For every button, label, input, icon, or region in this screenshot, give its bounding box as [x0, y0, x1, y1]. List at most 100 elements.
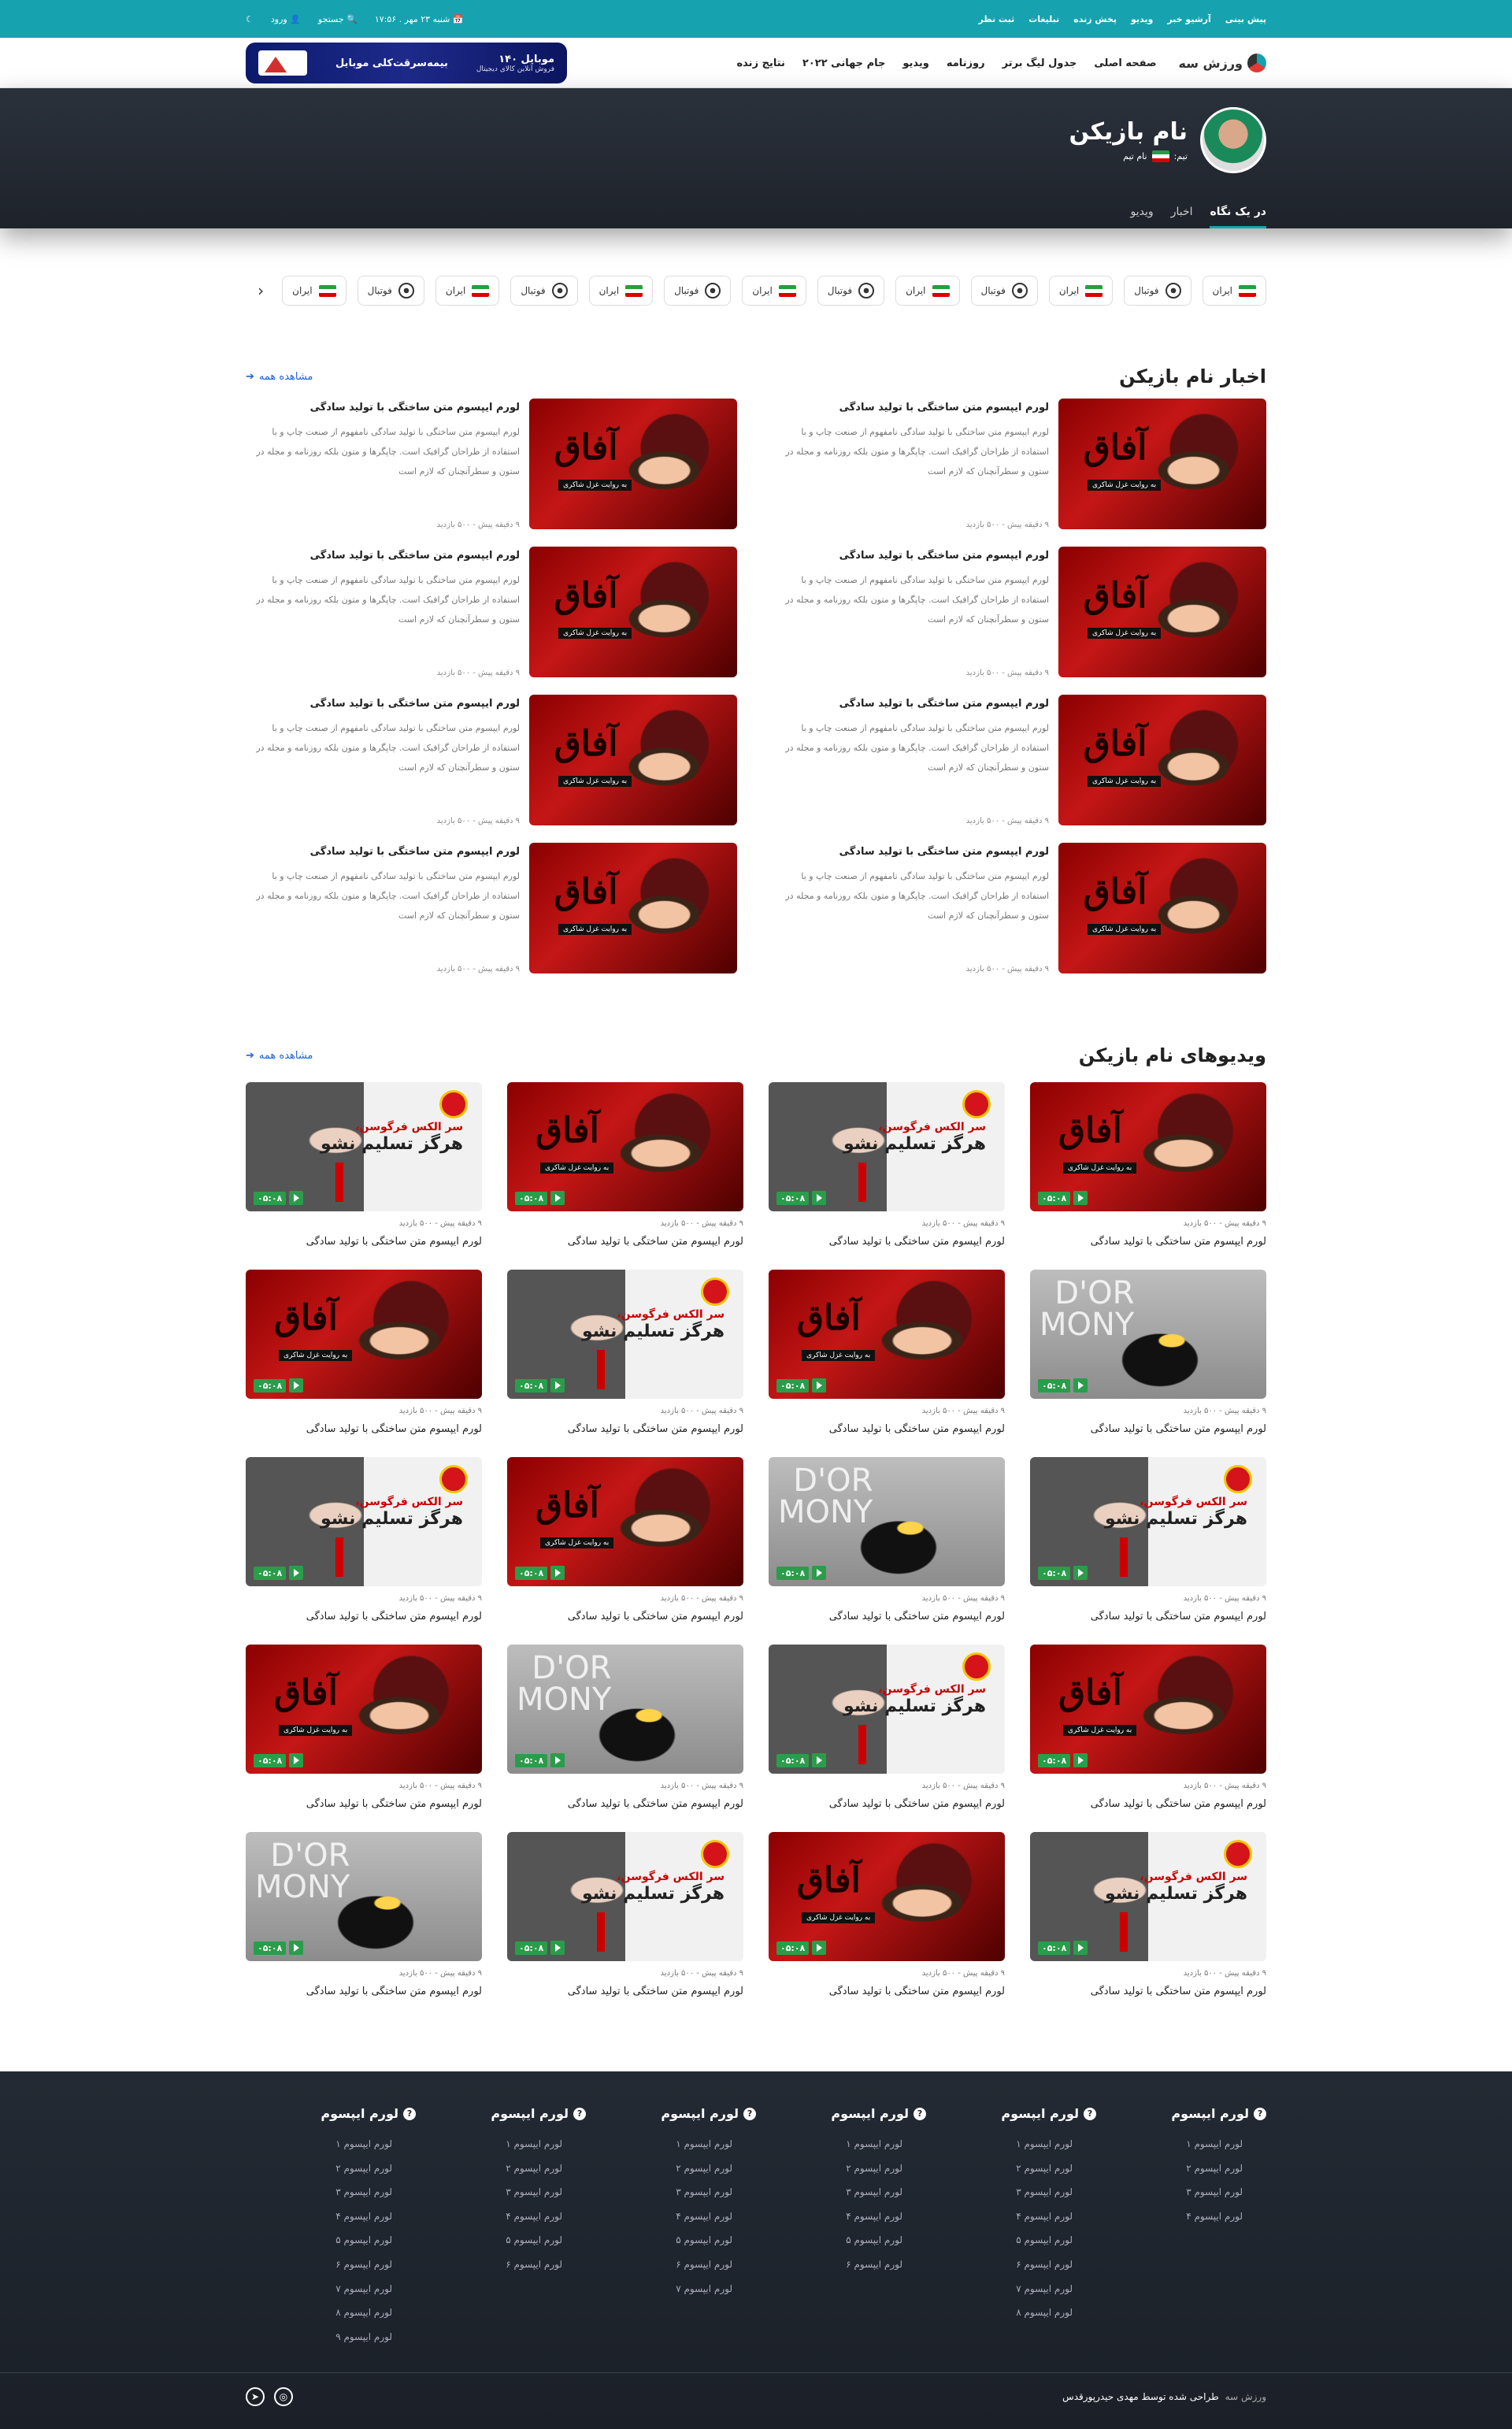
tag-chip[interactable]: فوتبال: [970, 276, 1038, 306]
footer-link[interactable]: لورم ایپسوم ۶: [926, 2253, 1096, 2277]
login-link[interactable]: 👤 ورود: [271, 14, 301, 24]
footer-link[interactable]: لورم ایپسوم ۳: [416, 2180, 586, 2205]
video-thumbnail[interactable]: آفاق به روایت غزل شاکری: [529, 399, 737, 529]
nav-menu-item[interactable]: صفحه اصلی: [1094, 57, 1156, 69]
nav-menu-item[interactable]: ویدیو: [902, 57, 929, 69]
footer-link[interactable]: لورم ایپسوم ۱: [416, 2132, 586, 2156]
footer-link[interactable]: لورم ایپسوم ۲: [586, 2156, 756, 2181]
tag-chip[interactable]: ایران: [588, 276, 654, 306]
tag-chip[interactable]: ایران: [435, 276, 500, 306]
footer-link[interactable]: لورم ایپسوم ۴: [1096, 2205, 1266, 2229]
footer-link[interactable]: لورم ایپسوم ۱: [586, 2132, 756, 2156]
footer-link[interactable]: لورم ایپسوم ۶: [416, 2253, 586, 2277]
tag-chip[interactable]: فوتبال: [664, 276, 732, 306]
video-thumbnail[interactable]: سر الکس فرگوسن، هرگز تسلیم نشو ۰۵:۰۸: [769, 1645, 1005, 1774]
news-card[interactable]: آفاق به روایت غزل شاکری لورم ایپسوم متن سا…: [246, 547, 737, 677]
video-thumbnail[interactable]: آفاق به روایت غزل شاکری ۰۵:۰۸: [769, 1270, 1005, 1399]
video-thumbnail[interactable]: D'OR MONY ۰۵:۰۸: [1030, 1270, 1266, 1399]
footer-link[interactable]: لورم ایپسوم ۶: [246, 2253, 416, 2277]
footer-link[interactable]: لورم ایپسوم ۲: [246, 2156, 416, 2181]
footer-link[interactable]: لورم ایپسوم ۵: [586, 2228, 756, 2253]
footer-link[interactable]: لورم ایپسوم ۱: [926, 2132, 1096, 2156]
news-title[interactable]: لورم ایپسوم متن ساختگی با تولید سادگی: [246, 846, 520, 858]
news-title[interactable]: لورم ایپسوم متن ساختگی با تولید سادگی: [775, 550, 1049, 562]
footer-link[interactable]: لورم ایپسوم ۳: [246, 2180, 416, 2205]
video-thumbnail[interactable]: آفاق به روایت غزل شاکری: [1058, 547, 1266, 677]
video-title[interactable]: لورم ایپسوم متن ساختگی با تولید سادگی: [507, 1423, 743, 1435]
video-thumbnail[interactable]: آفاق به روایت غزل شاکری ۰۵:۰۸: [769, 1832, 1005, 1961]
footer-link[interactable]: لورم ایپسوم ۴: [416, 2205, 586, 2229]
news-card[interactable]: آفاق به روایت غزل شاکری لورم ایپسوم متن سا…: [246, 399, 737, 529]
video-thumbnail[interactable]: سر الکس فرگوسن، هرگز تسلیم نشو ۰۵:۰۸: [246, 1082, 482, 1211]
telegram-icon[interactable]: ➤: [246, 2387, 265, 2406]
video-title[interactable]: لورم ایپسوم متن ساختگی با تولید سادگی: [769, 1236, 1005, 1248]
footer-link[interactable]: لورم ایپسوم ۵: [756, 2228, 926, 2253]
tag-chip[interactable]: ایران: [282, 276, 346, 306]
video-card[interactable]: آفاق به روایت غزل شاکری ۰۵:۰۸ ۹ دقیقه پیش -…: [246, 1270, 482, 1435]
top-link[interactable]: تبلیغات: [1028, 14, 1059, 24]
news-title[interactable]: لورم ایپسوم متن ساختگی با تولید سادگی: [775, 846, 1049, 858]
videos-see-all[interactable]: مشاهده همه ➔: [246, 1050, 313, 1062]
nav-menu-item[interactable]: جام جهانی ۲۰۲۲: [802, 57, 885, 69]
video-title[interactable]: لورم ایپسوم متن ساختگی با تولید سادگی: [769, 1611, 1005, 1622]
video-thumbnail[interactable]: D'OR MONY ۰۵:۰۸: [507, 1645, 743, 1774]
instagram-icon[interactable]: ◎: [274, 2387, 293, 2406]
video-title[interactable]: لورم ایپسوم متن ساختگی با تولید سادگی: [507, 1798, 743, 1810]
nav-menu-item[interactable]: روزنامه: [947, 57, 985, 69]
video-card[interactable]: سر الکس فرگوسن، هرگز تسلیم نشو ۰۵:۰۸ ۹ دقیق…: [1030, 1832, 1266, 1997]
video-title[interactable]: لورم ایپسوم متن ساختگی با تولید سادگی: [507, 1236, 743, 1248]
video-card[interactable]: آفاق به روایت غزل شاکری ۰۵:۰۸ ۹ دقیقه پیش -…: [769, 1270, 1005, 1435]
news-card[interactable]: آفاق به روایت غزل شاکری لورم ایپسوم متن سا…: [775, 399, 1266, 529]
video-card[interactable]: سر الکس فرگوسن، هرگز تسلیم نشو ۰۵:۰۸ ۹ دقیق…: [507, 1832, 743, 1997]
news-card[interactable]: آفاق به روایت غزل شاکری لورم ایپسوم متن سا…: [775, 695, 1266, 825]
tab-overview[interactable]: در یک نگاه: [1210, 206, 1266, 228]
video-card[interactable]: D'OR MONY ۰۵:۰۸ ۹ دقیقه پیش - ۵۰۰ بازدید لو…: [246, 1832, 482, 1997]
news-title[interactable]: لورم ایپسوم متن ساختگی با تولید سادگی: [246, 402, 520, 413]
video-card[interactable]: سر الکس فرگوسن، هرگز تسلیم نشو ۰۵:۰۸ ۹ دقیق…: [1030, 1457, 1266, 1622]
tag-chip[interactable]: ایران: [895, 276, 960, 306]
top-link[interactable]: پیش بینی: [1225, 14, 1266, 24]
video-title[interactable]: لورم ایپسوم متن ساختگی با تولید سادگی: [246, 1236, 482, 1248]
video-title[interactable]: لورم ایپسوم متن ساختگی با تولید سادگی: [1030, 1986, 1266, 1997]
team-name[interactable]: نام تیم: [1123, 151, 1147, 161]
video-card[interactable]: D'OR MONY ۰۵:۰۸ ۹ دقیقه پیش - ۵۰۰ بازدید لو…: [769, 1457, 1005, 1622]
footer-link[interactable]: لورم ایپسوم ۴: [756, 2205, 926, 2229]
video-title[interactable]: لورم ایپسوم متن ساختگی با تولید سادگی: [1030, 1798, 1266, 1810]
video-card[interactable]: D'OR MONY ۰۵:۰۸ ۹ دقیقه پیش - ۵۰۰ بازدید لو…: [1030, 1270, 1266, 1435]
video-card[interactable]: آفاق به روایت غزل شاکری ۰۵:۰۸ ۹ دقیقه پیش -…: [246, 1645, 482, 1810]
video-thumbnail[interactable]: آفاق به روایت غزل شاکری ۰۵:۰۸: [507, 1082, 743, 1211]
video-thumbnail[interactable]: D'OR MONY ۰۵:۰۸: [769, 1457, 1005, 1586]
video-thumbnail[interactable]: آفاق به روایت غزل شاکری ۰۵:۰۸: [507, 1457, 743, 1586]
video-thumbnail[interactable]: آفاق به روایت غزل شاکری: [529, 843, 737, 973]
tag-chip[interactable]: فوتبال: [817, 276, 885, 306]
tag-chip[interactable]: ایران: [1202, 276, 1266, 306]
video-thumbnail[interactable]: سر الکس فرگوسن، هرگز تسلیم نشو ۰۵:۰۸: [507, 1832, 743, 1961]
footer-link[interactable]: لورم ایپسوم ۲: [926, 2156, 1096, 2181]
news-card[interactable]: آفاق به روایت غزل شاکری لورم ایپسوم متن سا…: [246, 695, 737, 825]
footer-link[interactable]: لورم ایپسوم ۸: [926, 2301, 1096, 2325]
video-thumbnail[interactable]: سر الکس فرگوسن، هرگز تسلیم نشو ۰۵:۰۸: [507, 1270, 743, 1399]
footer-link[interactable]: لورم ایپسوم ۷: [926, 2277, 1096, 2301]
video-title[interactable]: لورم ایپسوم متن ساختگی با تولید سادگی: [507, 1986, 743, 1997]
video-thumbnail[interactable]: سر الکس فرگوسن، هرگز تسلیم نشو ۰۵:۰۸: [246, 1457, 482, 1586]
footer-link[interactable]: لورم ایپسوم ۱: [246, 2132, 416, 2156]
video-thumbnail[interactable]: آفاق به روایت غزل شاکری: [1058, 695, 1266, 825]
video-thumbnail[interactable]: آفاق به روایت غزل شاکری ۰۵:۰۸: [246, 1645, 482, 1774]
video-card[interactable]: سر الکس فرگوسن، هرگز تسلیم نشو ۰۵:۰۸ ۹ دقیق…: [769, 1645, 1005, 1810]
tag-chip[interactable]: ایران: [1048, 276, 1114, 306]
video-thumbnail[interactable]: سر الکس فرگوسن، هرگز تسلیم نشو ۰۵:۰۸: [1030, 1457, 1266, 1586]
footer-link[interactable]: لورم ایپسوم ۶: [756, 2253, 926, 2277]
video-thumbnail[interactable]: D'OR MONY ۰۵:۰۸: [246, 1832, 482, 1961]
top-link[interactable]: پخش زنده: [1073, 14, 1117, 24]
news-card[interactable]: آفاق به روایت غزل شاکری لورم ایپسوم متن سا…: [246, 843, 737, 973]
tag-chip[interactable]: ایران: [742, 276, 806, 306]
video-card[interactable]: آفاق به روایت غزل شاکری ۰۵:۰۸ ۹ دقیقه پیش -…: [1030, 1082, 1266, 1248]
video-title[interactable]: لورم ایپسوم متن ساختگی با تولید سادگی: [246, 1611, 482, 1622]
footer-link[interactable]: لورم ایپسوم ۹: [246, 2325, 416, 2349]
video-title[interactable]: لورم ایپسوم متن ساختگی با تولید سادگی: [769, 1423, 1005, 1435]
video-thumbnail[interactable]: سر الکس فرگوسن، هرگز تسلیم نشو ۰۵:۰۸: [1030, 1832, 1266, 1961]
video-thumbnail[interactable]: آفاق به روایت غزل شاکری ۰۵:۰۸: [1030, 1082, 1266, 1211]
video-thumbnail[interactable]: سر الکس فرگوسن، هرگز تسلیم نشو ۰۵:۰۸: [769, 1082, 1005, 1211]
footer-link[interactable]: لورم ایپسوم ۸: [246, 2301, 416, 2325]
tag-chip[interactable]: فوتبال: [1124, 276, 1191, 306]
